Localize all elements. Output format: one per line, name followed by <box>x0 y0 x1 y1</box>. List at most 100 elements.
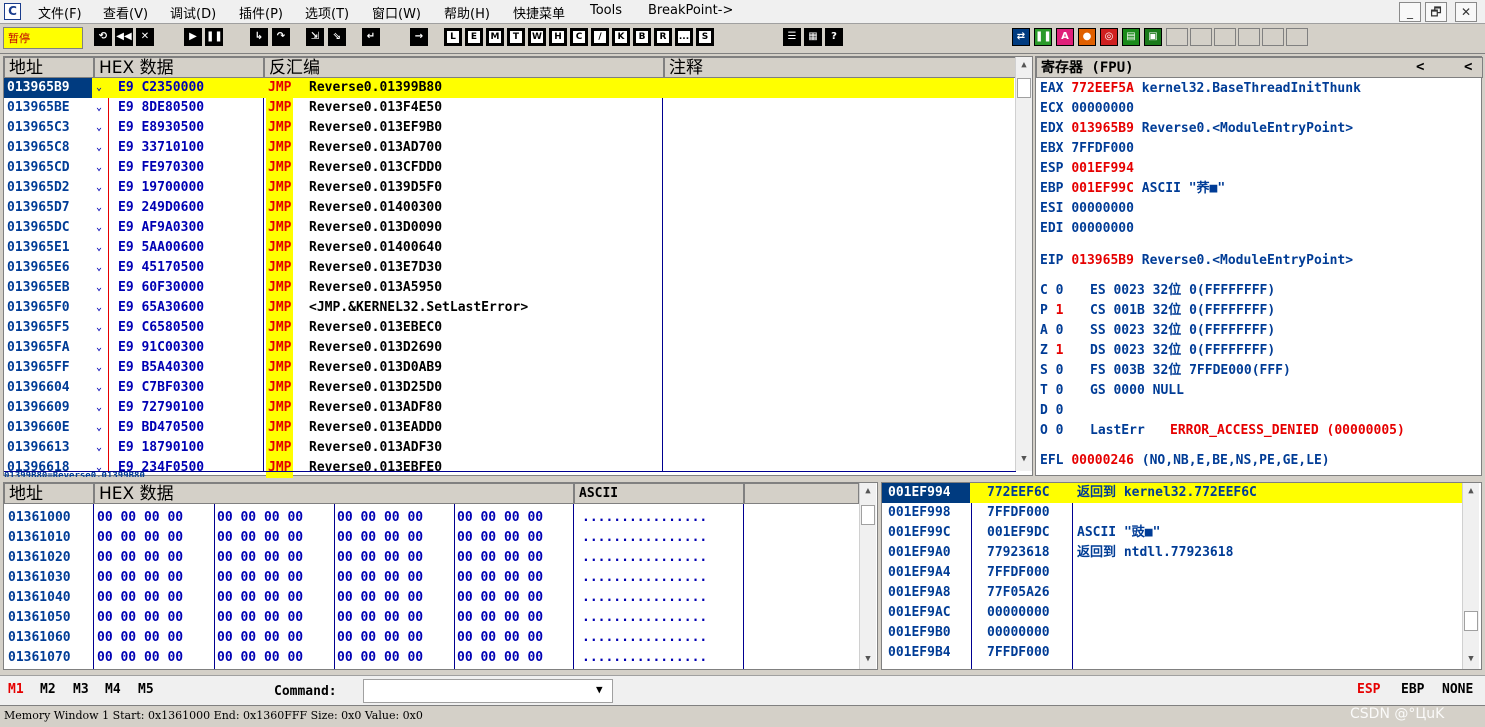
disasm-row[interactable]: 013965D2 ⌄ E9 19700000 JMP Reverse0.0139D5F0 <box>4 178 1014 198</box>
scroll-up-icon[interactable]: ▲ <box>860 483 876 500</box>
trace-into-icon[interactable]: ⇲ <box>306 28 324 46</box>
chevron-down-icon[interactable]: ▼ <box>596 683 603 696</box>
breakpoints-window-icon[interactable]: B <box>633 28 651 46</box>
plugin-arrow-icon[interactable]: ⇄ <box>1012 28 1030 46</box>
register-row[interactable]: EFL 00000246 (NO,NB,E,BE,NS,PE,GE,LE) <box>1040 451 1330 471</box>
disasm-row[interactable]: 013965DC ⌄ E9 AF9A0300 JMP Reverse0.013D0090 <box>4 218 1014 238</box>
register-value[interactable]: 013965B9 <box>1071 121 1134 136</box>
flag-value[interactable]: 0 <box>1056 363 1064 378</box>
register-row[interactable]: EAX 772EEF5A kernel32.BaseThreadInitThun… <box>1040 79 1361 99</box>
rewind-icon[interactable]: ◀◀ <box>115 28 133 46</box>
scroll-thumb[interactable] <box>1017 78 1031 98</box>
handles-window-icon[interactable]: H <box>549 28 567 46</box>
flag-value[interactable]: 0 <box>1056 423 1064 438</box>
dump-header-ascii[interactable]: ASCII <box>574 483 744 504</box>
dump-row[interactable]: 01361040 00 00 00 00 00 00 00 00 00 00 00 0… <box>4 588 859 608</box>
column-header-disasm[interactable]: 反汇编 <box>264 57 664 78</box>
command-input[interactable]: ▼ <box>363 679 613 703</box>
disasm-row[interactable]: 01396613 ⌄ E9 18790100 JMP Reverse0.013ADF30 <box>4 438 1014 458</box>
plugin-a-icon[interactable]: A <box>1056 28 1074 46</box>
dump-row[interactable]: 01361060 00 00 00 00 00 00 00 00 00 00 00 0… <box>4 628 859 648</box>
stack-scrollbar[interactable]: ▲ ▼ <box>1462 483 1479 669</box>
flag-row[interactable]: P 1 CS 001B 32位 0(FFFFFFFF) <box>1040 301 1275 321</box>
flag-row[interactable]: T 0 GS 0000 NULL <box>1040 381 1184 401</box>
disasm-row[interactable]: 013965BE ⌄ E9 8DE80500 JMP Reverse0.013F4E50 <box>4 98 1014 118</box>
scroll-thumb[interactable] <box>861 505 875 525</box>
dump-row[interactable]: 01361000 00 00 00 00 00 00 00 00 00 00 00 0… <box>4 508 859 528</box>
flag-value[interactable]: 0 <box>1056 283 1064 298</box>
dump-row[interactable]: 01361030 00 00 00 00 00 00 00 00 00 00 00 0… <box>4 568 859 588</box>
stack-row[interactable]: 001EF9B0 00000000 <box>882 623 1462 643</box>
register-value[interactable]: 001EF99C <box>1071 181 1134 196</box>
disasm-row[interactable]: 013965F0 ⌄ E9 65A30600 JMP <JMP.&KERNEL32.Se… <box>4 298 1014 318</box>
stack-row[interactable]: 001EF9B4 7FFDF000 <box>882 643 1462 663</box>
column-header-address[interactable]: 地址 <box>4 57 94 78</box>
grid-icon[interactable]: ▦ <box>804 28 822 46</box>
log-window-icon[interactable]: L <box>444 28 462 46</box>
threads-window-icon[interactable]: T <box>507 28 525 46</box>
bookmark-m3[interactable]: M3 <box>73 682 89 697</box>
disasm-scrollbar[interactable]: ▲ ▼ <box>1015 57 1032 471</box>
disasm-row[interactable]: 013965E6 ⌄ E9 45170500 JMP Reverse0.013E7D30 <box>4 258 1014 278</box>
references-window-icon[interactable]: R <box>654 28 672 46</box>
dump-header-hex[interactable]: HEX 数据 <box>94 483 574 504</box>
disasm-row[interactable]: 01396609 ⌄ E9 72790100 JMP Reverse0.013ADF80 <box>4 398 1014 418</box>
plugin-circle-icon[interactable]: ● <box>1078 28 1096 46</box>
bookmark-m4[interactable]: M4 <box>105 682 121 697</box>
disasm-row[interactable]: 013965E1 ⌄ E9 5AA00600 JMP Reverse0.01400640 <box>4 238 1014 258</box>
app-icon[interactable]: C <box>4 3 21 20</box>
close-button[interactable]: ✕ <box>1455 2 1477 22</box>
plugin-pause-icon[interactable]: ❚❚ <box>1034 28 1052 46</box>
registers-next-icon[interactable]: < <box>1464 59 1472 75</box>
bookmark-m2[interactable]: M2 <box>40 682 56 697</box>
run-icon[interactable]: ▶ <box>184 28 202 46</box>
source-window-icon[interactable]: S <box>696 28 714 46</box>
register-value[interactable]: 00000000 <box>1071 201 1134 216</box>
pause-icon[interactable]: ❚❚ <box>205 28 223 46</box>
scroll-down-icon[interactable]: ▼ <box>1016 451 1032 468</box>
register-row[interactable]: EIP 013965B9 Reverse0.<ModuleEntryPoint> <box>1040 251 1353 271</box>
flag-row[interactable]: C 0 ES 0023 32位 0(FFFFFFFF) <box>1040 281 1275 301</box>
close-debug-icon[interactable]: ✕ <box>136 28 154 46</box>
scroll-thumb[interactable] <box>1464 611 1478 631</box>
plugin-screen-icon[interactable]: ▣ <box>1144 28 1162 46</box>
dump-scrollbar[interactable]: ▲ ▼ <box>859 483 876 669</box>
stack-row[interactable]: 001EF998 7FFDF000 <box>882 503 1462 523</box>
disasm-row[interactable]: 013965CD ⌄ E9 FE970300 JMP Reverse0.013CFDD0 <box>4 158 1014 178</box>
disasm-row[interactable]: 013965C3 ⌄ E9 E8930500 JMP Reverse0.013EF9B0 <box>4 118 1014 138</box>
stack-row[interactable]: 001EF99C 001EF9DC ASCII "豉■" <box>882 523 1462 543</box>
register-value[interactable]: 013965B9 <box>1071 253 1134 268</box>
flag-row[interactable]: D 0 <box>1040 401 1063 421</box>
memory-window-icon[interactable]: M <box>486 28 504 46</box>
register-value[interactable]: 00000000 <box>1071 101 1134 116</box>
dump-row[interactable]: 01361050 00 00 00 00 00 00 00 00 00 00 00 0… <box>4 608 859 628</box>
restore-button[interactable]: 🗗 <box>1425 2 1447 22</box>
registers-pane[interactable]: 寄存器 (FPU) < < EAX 772EEF5A kernel32.Base… <box>1035 56 1483 476</box>
scroll-down-icon[interactable]: ▼ <box>1463 651 1479 668</box>
scroll-up-icon[interactable]: ▲ <box>1463 483 1479 500</box>
registers-prev-icon[interactable]: < <box>1416 59 1424 75</box>
stack-row[interactable]: 001EF9A4 7FFDF000 <box>882 563 1462 583</box>
plugin-table-icon[interactable]: ▤ <box>1122 28 1140 46</box>
disasm-row[interactable]: 013965FF ⌄ E9 B5A40300 JMP Reverse0.013D0AB9 <box>4 358 1014 378</box>
executables-window-icon[interactable]: E <box>465 28 483 46</box>
flag-value[interactable]: 0 <box>1056 403 1064 418</box>
menu-window[interactable]: 窗口(W) <box>372 3 421 22</box>
memory-dump-pane[interactable]: 地址 HEX 数据 ASCII 01361000 00 00 00 00 00 00… <box>3 482 878 670</box>
plugin-slot-icon[interactable] <box>1166 28 1188 46</box>
menu-view[interactable]: 查看(V) <box>103 3 148 22</box>
minimize-button[interactable]: _ <box>1399 2 1421 22</box>
flag-row[interactable]: A 0 SS 0023 32位 0(FFFFFFFF) <box>1040 321 1275 341</box>
stack-pane[interactable]: 001EF994 772EEF6C 返回到 kernel32.772EEF6C 001… <box>881 482 1482 670</box>
register-value[interactable]: 00000246 <box>1071 453 1134 468</box>
flag-value[interactable]: 0 <box>1056 323 1064 338</box>
scroll-up-icon[interactable]: ▲ <box>1016 57 1032 74</box>
trace-over-icon[interactable]: ⇘ <box>328 28 346 46</box>
help-icon[interactable]: ? <box>825 28 843 46</box>
disasm-row[interactable]: 013965F5 ⌄ E9 C6580500 JMP Reverse0.013EBEC0 <box>4 318 1014 338</box>
register-row[interactable]: ESI 00000000 <box>1040 199 1134 219</box>
flag-value[interactable]: 1 <box>1056 303 1064 318</box>
bookmark-m1[interactable]: M1 <box>8 682 24 697</box>
disasm-row[interactable]: 013965B9 ⌄ E9 C2350000 JMP Reverse0.01399B80 <box>4 78 1014 98</box>
flag-row[interactable]: O 0 LastErr ERROR_ACCESS_DENIED (00000005) <box>1040 421 1405 441</box>
